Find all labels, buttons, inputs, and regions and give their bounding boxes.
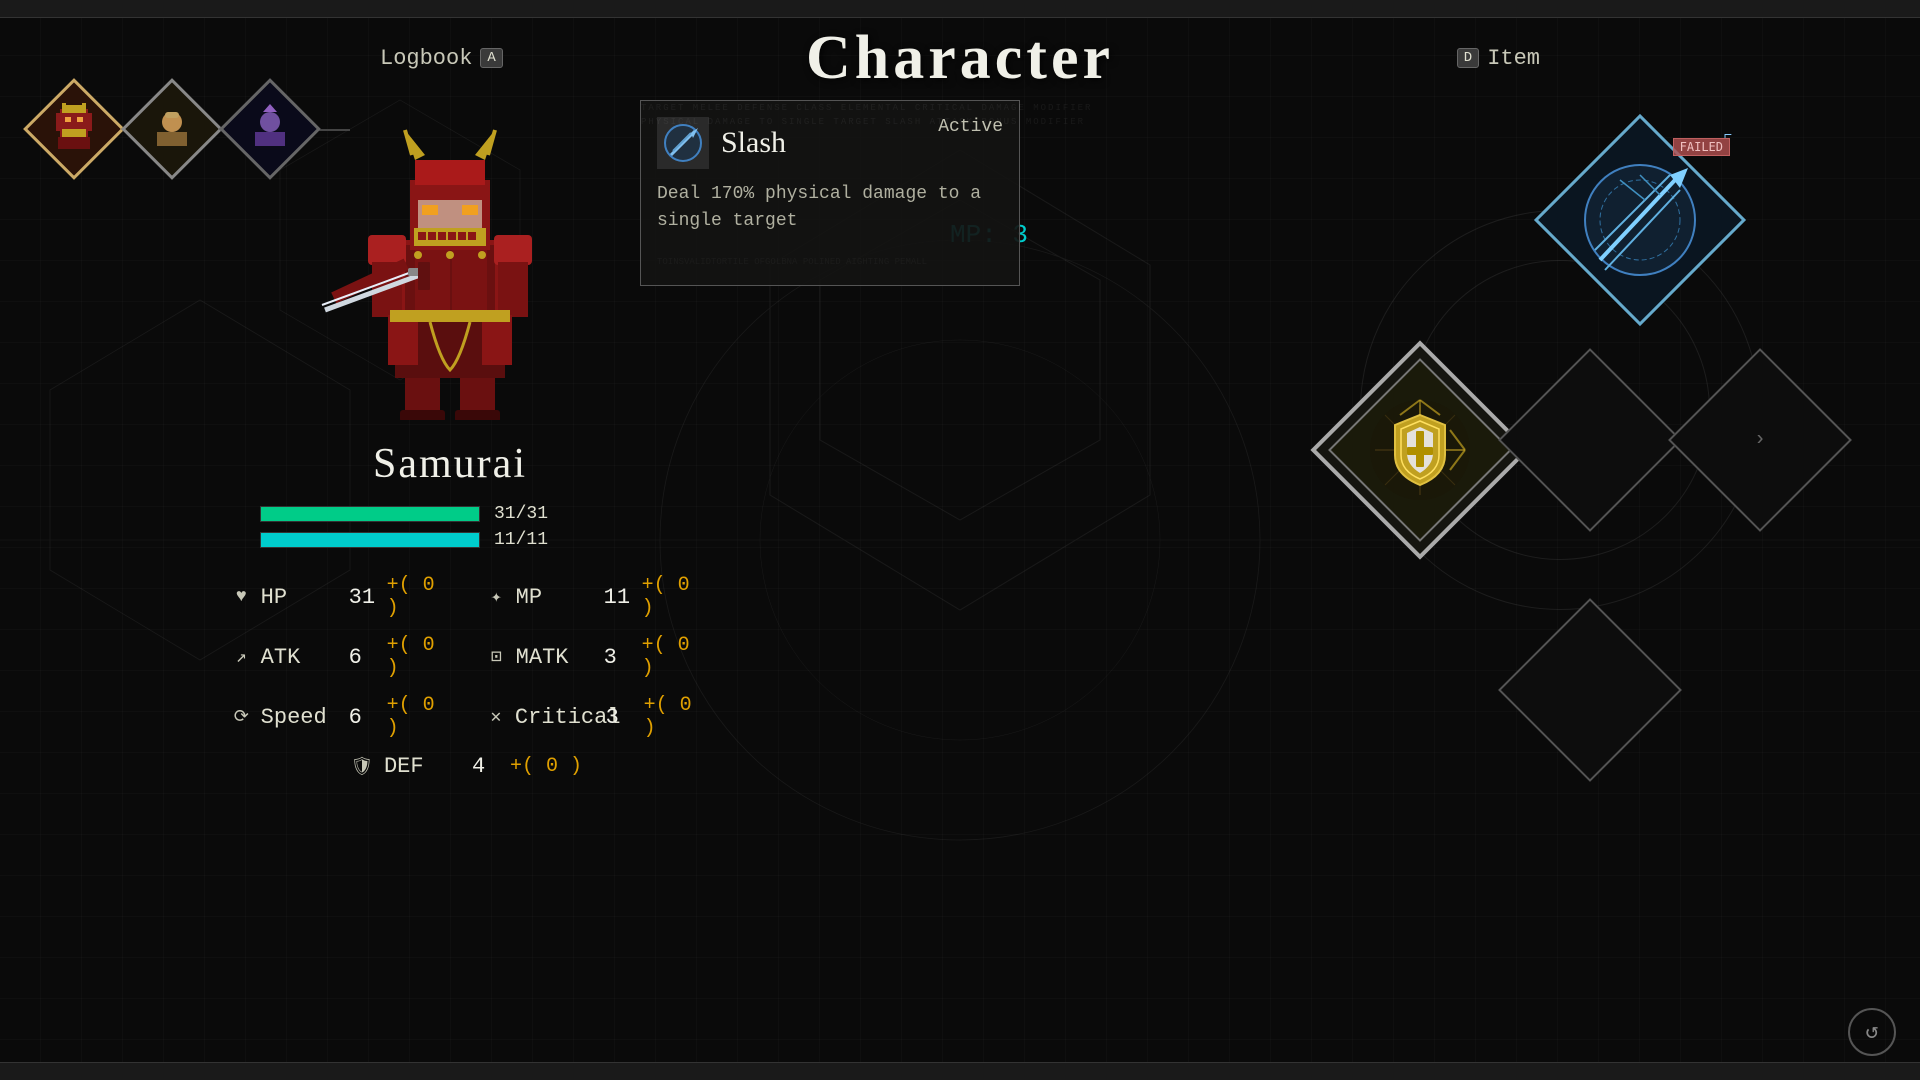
- stats-grid: ♥ HP 31 +( 0 ) ✦ MP 11 +( 0 ) ↗ ATK 6 +(…: [230, 574, 700, 779]
- samurai-portrait-icon: [46, 101, 102, 157]
- matk-stat-label: MATK: [516, 645, 596, 670]
- portrait-mage[interactable]: [226, 85, 314, 173]
- mage-portrait-icon: [245, 104, 295, 154]
- hp-stat-icon: ♥: [230, 587, 253, 607]
- hp-bar-fill: [261, 507, 479, 521]
- slot-mid-center[interactable]: [1500, 350, 1680, 530]
- def-stat-label: DEF: [384, 754, 464, 779]
- corner-refresh-icon[interactable]: ↺: [1848, 1008, 1896, 1056]
- bottom-bar: [0, 1062, 1920, 1080]
- hp-bar-row: 31/31: [260, 504, 700, 524]
- slot-corner-icon: ⌐: [1724, 128, 1732, 144]
- critical-stat-value: 3: [606, 705, 636, 730]
- hp-bar-container: [260, 506, 480, 522]
- skills-panel: FAILED ⌐: [1280, 100, 1860, 860]
- slot-top[interactable]: FAILED ⌐: [1540, 120, 1740, 320]
- slash-icon-svg: [663, 123, 703, 163]
- stat-row-critical: ✕ Critical 3 +( 0 ): [485, 694, 700, 740]
- party-row: [30, 85, 350, 173]
- character-panel: Samurai 31/31 11/11 ♥ HP 31 +( 0 ): [200, 100, 700, 779]
- slash-skill-large-icon: [1580, 160, 1700, 280]
- def-stat-bonus: +( 0 ): [510, 755, 582, 778]
- slot-bottom[interactable]: [1500, 600, 1680, 780]
- mp-bar-container: [260, 532, 480, 548]
- matk-stat-bonus: +( 0 ): [642, 634, 700, 680]
- mp-stat-value: 11: [604, 585, 634, 610]
- stat-row-hp: ♥ HP 31 +( 0 ): [230, 574, 445, 620]
- atk-stat-value: 6: [349, 645, 379, 670]
- stat-row-atk: ↗ ATK 6 +( 0 ): [230, 634, 445, 680]
- samurai-sprite-svg: [300, 100, 600, 420]
- page-title: Character: [806, 23, 1114, 94]
- stat-row-matk: ⊡ MATK 3 +( 0 ): [485, 634, 700, 680]
- logbook-nav-button[interactable]: Logbook A: [380, 46, 503, 71]
- slot-shield[interactable]: [1320, 350, 1520, 550]
- character-sprite: [300, 100, 600, 420]
- failed-badge: FAILED: [1673, 138, 1730, 156]
- portrait-archer[interactable]: [128, 85, 216, 173]
- archer-portrait-icon: [147, 104, 197, 154]
- speed-stat-label: Speed: [261, 705, 341, 730]
- stat-row-speed: ⟳ Speed 6 +( 0 ): [230, 694, 445, 740]
- matk-stat-icon: ⊡: [485, 646, 508, 668]
- mp-bar-label: 11/11: [488, 530, 548, 550]
- logbook-key-badge: A: [480, 48, 502, 68]
- mp-stat-bonus: +( 0 ): [642, 574, 700, 620]
- shield-skill-icon: [1365, 395, 1475, 505]
- stat-row-mp: ✦ MP 11 +( 0 ): [485, 574, 700, 620]
- def-stat-value: 4: [472, 754, 502, 779]
- hp-stat-value: 31: [349, 585, 379, 610]
- atk-stat-label: ATK: [261, 645, 341, 670]
- skill-tooltip-name: Slash: [721, 126, 786, 160]
- character-name: Samurai: [200, 440, 700, 488]
- mp-stat-label: MP: [516, 585, 596, 610]
- skill-type-label: Active: [938, 117, 1003, 137]
- mp-bar-row: 11/11: [260, 530, 700, 550]
- nav-right-label: Item: [1487, 46, 1540, 71]
- item-nav-button[interactable]: D Item: [1457, 46, 1540, 71]
- stat-row-def: 🛡 DEF 4 +( 0 ): [230, 754, 700, 779]
- skill-tooltip-desc: Deal 170% physical damage to a single ta…: [657, 181, 1003, 235]
- hp-stat-label: HP: [261, 585, 341, 610]
- matk-stat-value: 3: [604, 645, 634, 670]
- critical-stat-icon: ✕: [485, 706, 507, 728]
- critical-stat-bonus: +( 0 ): [644, 694, 700, 740]
- speed-stat-icon: ⟳: [230, 706, 253, 728]
- item-key-badge: D: [1457, 48, 1479, 68]
- slot-mid-right[interactable]: ›: [1670, 350, 1850, 530]
- hp-stat-bonus: +( 0 ): [387, 574, 445, 620]
- speed-stat-bonus: +( 0 ): [387, 694, 445, 740]
- slot-right-arrow: ›: [1754, 429, 1766, 452]
- hp-bar-label: 31/31: [488, 504, 548, 524]
- skill-tooltip: TARGET MELEE DEFENSE CLASS ELEMENTAL CRI…: [640, 100, 1020, 286]
- atk-stat-bonus: +( 0 ): [387, 634, 445, 680]
- mp-stat-icon: ✦: [485, 586, 508, 608]
- atk-stat-icon: ↗: [230, 646, 253, 668]
- speed-stat-value: 6: [349, 705, 379, 730]
- critical-stat-label: Critical: [515, 705, 598, 730]
- nav-left-label: Logbook: [380, 46, 472, 71]
- portrait-samurai[interactable]: [30, 85, 118, 173]
- slash-skill-icon: [657, 117, 709, 169]
- mp-bar-fill: [261, 533, 479, 547]
- top-bar: [0, 0, 1920, 18]
- bars-section: 31/31 11/11: [260, 504, 700, 550]
- def-stat-icon: 🛡: [348, 756, 376, 778]
